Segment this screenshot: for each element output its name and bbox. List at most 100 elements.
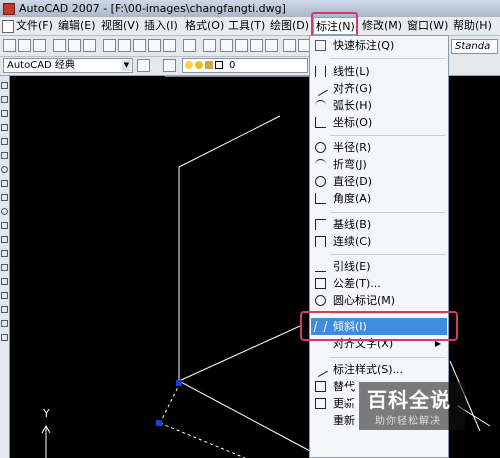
ellipse-icon[interactable] xyxy=(1,208,8,215)
pan-icon[interactable] xyxy=(220,39,233,52)
multiline-text-icon[interactable] xyxy=(1,334,8,341)
circle-icon[interactable] xyxy=(1,166,8,173)
revcloud-icon[interactable] xyxy=(1,180,8,187)
rectangle-icon[interactable] xyxy=(1,138,8,145)
copy-icon[interactable] xyxy=(118,39,131,52)
ordinate-icon xyxy=(315,117,326,128)
grip-point-2[interactable] xyxy=(156,420,162,426)
match-properties-icon[interactable] xyxy=(148,39,161,52)
menu-item-quick-dimension[interactable]: 快速标注(Q) xyxy=(311,37,447,54)
new-icon[interactable] xyxy=(3,39,16,52)
edge-bottom-back xyxy=(178,325,301,382)
workspace-value: AutoCAD 经典 xyxy=(7,60,75,71)
watermark: 百科全说 助你轻松解决 xyxy=(359,382,465,430)
arc-icon[interactable] xyxy=(1,152,8,159)
menu-item-tolerance[interactable]: 公差(T)... xyxy=(311,275,447,292)
lock-icon xyxy=(205,61,213,69)
autocad-app-icon xyxy=(3,3,15,15)
print-icon[interactable] xyxy=(53,39,66,52)
menu-window[interactable]: 窗口(W) xyxy=(407,17,448,35)
zoom-window-icon[interactable] xyxy=(250,39,263,52)
menu-edit[interactable]: 编辑(E) xyxy=(58,17,96,35)
menu-item-radius[interactable]: 半径(R) xyxy=(311,139,447,156)
diameter-icon xyxy=(315,176,326,187)
watermark-title: 百科全说 xyxy=(367,388,451,412)
menu-item-leader[interactable]: 引线(E) xyxy=(311,258,447,275)
update-icon xyxy=(315,398,326,409)
menu-modify[interactable]: 修改(M) xyxy=(362,17,402,35)
block-editor-icon[interactable] xyxy=(163,39,176,52)
region-icon[interactable] xyxy=(1,306,8,313)
properties-icon[interactable] xyxy=(283,39,296,52)
menu-insert[interactable]: 插入(I) xyxy=(144,17,178,35)
document-icon[interactable] xyxy=(2,20,14,33)
menu-item-jogged[interactable]: 折弯(J) xyxy=(311,156,447,173)
publish-icon[interactable] xyxy=(83,39,96,52)
oblique-highlight-box xyxy=(300,311,458,341)
grip-point-1[interactable] xyxy=(176,380,182,386)
plot-preview-icon[interactable] xyxy=(68,39,81,52)
construction-line-icon[interactable] xyxy=(1,96,8,103)
layer-combo[interactable]: 0 xyxy=(182,58,308,73)
menu-draw[interactable]: 绘图(D) xyxy=(270,17,309,35)
arc-length-icon xyxy=(315,100,326,111)
separator xyxy=(330,254,445,255)
paste-icon[interactable] xyxy=(133,39,146,52)
leader-icon xyxy=(315,261,326,272)
polygon-icon[interactable] xyxy=(1,124,8,131)
menu-file[interactable]: 文件(F) xyxy=(16,17,53,35)
menu-tools[interactable]: 工具(T) xyxy=(228,17,265,35)
text-style-combo[interactable]: Standa xyxy=(451,39,498,54)
chevron-down-icon[interactable]: ▼ xyxy=(122,60,131,71)
dashed-line-a xyxy=(159,382,181,424)
workspace-combo[interactable]: AutoCAD 经典 ▼ xyxy=(3,58,133,73)
menu-item-angular[interactable]: 角度(A) xyxy=(311,190,447,207)
menu-item-diameter[interactable]: 直径(D) xyxy=(311,173,447,190)
line-icon[interactable] xyxy=(1,82,8,89)
layer-manager-icon[interactable] xyxy=(163,59,176,72)
menu-item-arc-length[interactable]: 弧长(H) xyxy=(311,97,447,114)
aligned-icon xyxy=(312,80,329,97)
tolerance-icon xyxy=(315,278,326,289)
undo-icon[interactable] xyxy=(183,39,196,52)
redo-icon[interactable] xyxy=(203,39,216,52)
draw-toolbar xyxy=(0,76,10,458)
watermark-subtitle: 助你轻松解决 xyxy=(375,416,441,427)
layer-on-icon xyxy=(185,61,193,69)
selection-dashed-lines xyxy=(159,382,246,458)
freeze-icon xyxy=(195,61,203,69)
menu-item-center-mark[interactable]: 圆心标记(M) xyxy=(311,292,447,309)
menu-format[interactable]: 格式(O) xyxy=(185,17,224,35)
menu-item-baseline[interactable]: 基线(B) xyxy=(311,216,447,233)
menu-help[interactable]: 帮助(H) xyxy=(453,17,492,35)
zoom-realtime-icon[interactable] xyxy=(235,39,248,52)
spline-icon[interactable] xyxy=(1,194,8,201)
hatch-icon[interactable] xyxy=(1,278,8,285)
menu-item-ordinate[interactable]: 坐标(O) xyxy=(311,114,447,131)
ellipse-arc-icon[interactable] xyxy=(1,222,8,229)
dashed-line-b xyxy=(159,422,246,458)
point-icon[interactable] xyxy=(1,264,8,271)
ucs-y-label: Y xyxy=(43,407,50,420)
table-icon[interactable] xyxy=(1,320,8,327)
menu-bar: 文件(F) 编辑(E) 视图(V) 插入(I) 格式(O) 工具(T) 绘图(D… xyxy=(0,17,500,36)
center-mark-icon xyxy=(315,295,326,306)
save-icon[interactable] xyxy=(33,39,46,52)
menu-view[interactable]: 视图(V) xyxy=(101,17,139,35)
continue-icon xyxy=(315,236,326,247)
menu-item-dimension-style[interactable]: 标注样式(S)... xyxy=(311,361,447,378)
open-icon[interactable] xyxy=(18,39,31,52)
insert-block-icon[interactable] xyxy=(1,236,8,243)
menu-item-linear[interactable]: 线性(L) xyxy=(311,63,447,80)
gradient-icon[interactable] xyxy=(1,292,8,299)
dimension-style-icon xyxy=(312,361,329,378)
cut-icon[interactable] xyxy=(103,39,116,52)
menu-item-continue[interactable]: 连续(C) xyxy=(311,233,447,250)
zoom-previous-icon[interactable] xyxy=(265,39,278,52)
polyline-icon[interactable] xyxy=(1,110,8,117)
workspace-settings-icon[interactable] xyxy=(137,59,150,72)
make-block-icon[interactable] xyxy=(1,250,8,257)
separator xyxy=(330,212,445,213)
title-bar: AutoCAD 2007 - [F:\00-images\changfangti… xyxy=(0,0,500,17)
menu-item-aligned[interactable]: 对齐(G) xyxy=(311,80,447,97)
